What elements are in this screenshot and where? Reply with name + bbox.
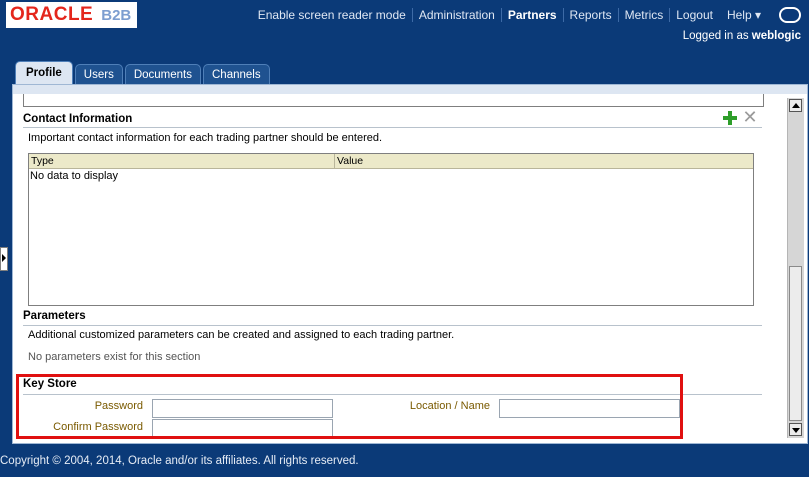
tab-documents[interactable]: Documents <box>124 64 201 84</box>
contact-divider <box>23 127 762 128</box>
logged-in-label: Logged in as <box>682 30 752 42</box>
nav-metrics[interactable]: Metrics <box>619 8 671 22</box>
logged-in-user: weblogic <box>751 30 801 42</box>
tab-profile[interactable]: Profile <box>15 61 73 84</box>
nav-screen-reader-mode[interactable]: Enable screen reader mode <box>252 8 413 22</box>
nav-partners[interactable]: Partners <box>502 8 564 22</box>
contact-table-header: Type Value <box>29 154 753 169</box>
oracle-b2b-logo: ORACLE B2B <box>6 2 138 28</box>
column-value[interactable]: Value <box>335 154 363 168</box>
contact-description: Important contact information for each t… <box>28 132 383 144</box>
expand-panel-icon[interactable] <box>0 247 8 271</box>
tab-channels[interactable]: Channels <box>203 64 270 84</box>
tab-users[interactable]: Users <box>74 64 123 84</box>
contact-table: Type Value No data to display <box>28 153 754 306</box>
nav-reports[interactable]: Reports <box>564 8 619 22</box>
user-icon <box>779 7 801 23</box>
scroll-thumb[interactable] <box>789 266 802 421</box>
partner-tabs: Profile Users Documents Channels <box>15 61 272 84</box>
vertical-scrollbar[interactable] <box>787 98 804 438</box>
add-icon[interactable] <box>722 110 738 126</box>
scroll-down-icon <box>792 428 800 433</box>
help-menu[interactable]: Help ▾ <box>721 8 767 22</box>
contact-table-empty: No data to display <box>30 170 119 182</box>
nav-logout[interactable]: Logout <box>670 8 719 22</box>
parameters-empty: No parameters exist for this section <box>28 351 201 363</box>
parameters-title: Parameters <box>23 310 86 322</box>
panel-top-strip <box>13 85 807 94</box>
oracle-logo-text: ORACLE <box>10 4 94 25</box>
contact-information-title: Contact Information <box>23 113 133 125</box>
scroll-up-button[interactable] <box>789 99 802 112</box>
parameters-divider <box>23 325 762 326</box>
nav-administration[interactable]: Administration <box>413 8 502 22</box>
header-bar: ORACLE B2B Enable screen reader mode Adm… <box>0 0 809 30</box>
previous-section-edge <box>23 94 764 107</box>
delete-icon[interactable]: ✕ <box>742 108 758 126</box>
logo-box: ORACLE B2B <box>6 2 138 28</box>
logged-in-status: Logged in as weblogic <box>683 30 801 42</box>
scroll-down-button[interactable] <box>789 423 802 436</box>
key-store-highlight <box>16 374 683 439</box>
copyright-footer: Copyright © 2004, 2014, Oracle and/or it… <box>0 455 359 467</box>
scroll-up-icon <box>792 103 800 108</box>
global-nav: Enable screen reader mode Administration… <box>252 0 809 30</box>
product-name: B2B <box>101 6 132 24</box>
column-type[interactable]: Type <box>29 154 335 168</box>
parameters-description: Additional customized parameters can be … <box>28 329 455 341</box>
